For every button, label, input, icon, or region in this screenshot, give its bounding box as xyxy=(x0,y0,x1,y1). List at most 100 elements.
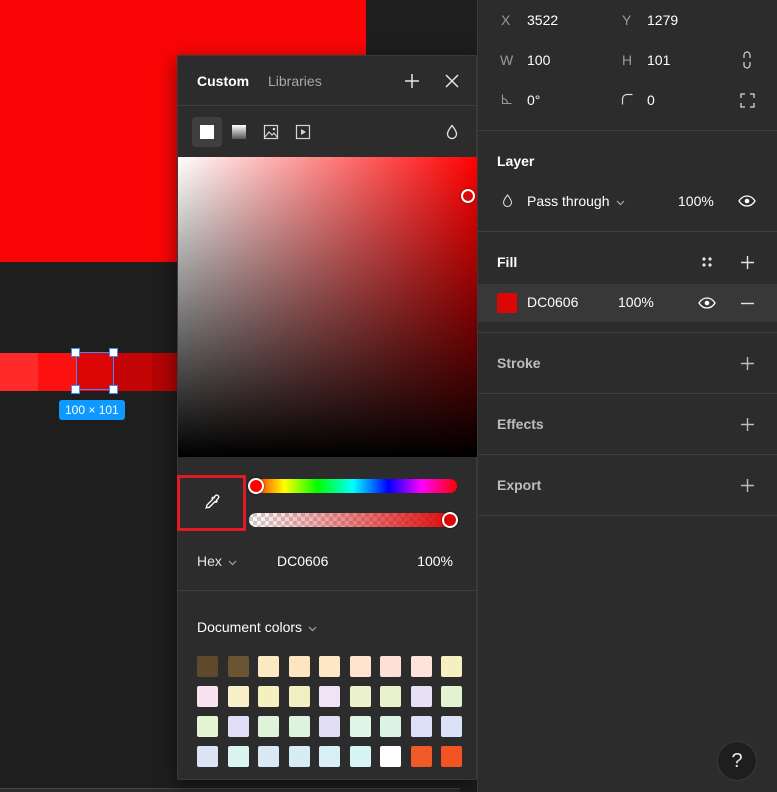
document-color-swatch[interactable] xyxy=(319,716,340,737)
solid-fill-icon[interactable] xyxy=(192,117,222,147)
opacity-slider[interactable] xyxy=(249,513,457,527)
corner-radius-input[interactable]: 0 xyxy=(647,92,655,108)
hex-input[interactable]: DC0606 xyxy=(277,553,328,569)
x-label: X xyxy=(501,12,511,28)
document-color-swatch[interactable] xyxy=(319,746,340,767)
constrain-proportions-icon[interactable] xyxy=(738,50,756,70)
resize-handle-bottom-left[interactable] xyxy=(71,385,80,394)
document-color-swatch[interactable] xyxy=(380,716,401,737)
document-color-swatch[interactable] xyxy=(349,656,371,677)
document-color-swatch[interactable] xyxy=(258,686,279,707)
document-color-swatch[interactable] xyxy=(227,686,249,707)
saturation-area[interactable] xyxy=(178,157,478,457)
close-icon[interactable] xyxy=(439,68,465,94)
hex-row: Hex DC0606 100% xyxy=(178,541,478,591)
document-color-swatch[interactable] xyxy=(258,716,279,737)
add-fill-plus-icon[interactable] xyxy=(738,253,756,271)
blend-mode-dropdown[interactable]: Pass through xyxy=(527,193,625,209)
hue-knob[interactable] xyxy=(248,478,264,494)
document-color-swatch[interactable] xyxy=(227,746,249,767)
section-divider xyxy=(478,231,777,232)
add-stroke-plus-icon[interactable] xyxy=(738,354,756,372)
document-color-swatch[interactable] xyxy=(197,746,218,767)
styles-grid-icon[interactable] xyxy=(698,253,716,271)
drop-icon[interactable] xyxy=(437,117,467,147)
picker-header: Custom Libraries xyxy=(178,56,478,106)
remove-fill-minus-icon[interactable] xyxy=(738,294,756,312)
eyedropper-button[interactable] xyxy=(177,475,246,531)
image-fill-icon[interactable] xyxy=(256,117,286,147)
fill-color-chip[interactable] xyxy=(497,293,517,313)
x-input[interactable]: 3522 xyxy=(527,12,558,28)
document-color-swatch[interactable] xyxy=(441,656,462,677)
document-color-swatch[interactable] xyxy=(227,656,249,677)
document-color-swatch[interactable] xyxy=(197,656,218,677)
fill-hex-input[interactable]: DC0606 xyxy=(527,294,578,310)
document-color-swatch[interactable] xyxy=(227,716,249,737)
document-color-swatch[interactable] xyxy=(349,746,371,767)
opacity-input[interactable]: 100% xyxy=(417,553,453,569)
add-effect-plus-icon[interactable] xyxy=(738,415,756,433)
y-input[interactable]: 1279 xyxy=(647,12,678,28)
document-color-swatch[interactable] xyxy=(197,716,218,737)
resize-handle-bottom-right[interactable] xyxy=(109,385,118,394)
document-color-swatch[interactable] xyxy=(319,686,340,707)
eye-icon[interactable] xyxy=(737,193,757,209)
fill-row[interactable]: DC0606 100% xyxy=(478,284,777,322)
document-colors-label: Document colors xyxy=(197,619,303,635)
document-color-swatch[interactable] xyxy=(410,746,432,767)
tab-custom[interactable]: Custom xyxy=(197,73,249,89)
document-color-swatch[interactable] xyxy=(441,716,462,737)
document-color-swatch[interactable] xyxy=(349,716,371,737)
section-divider xyxy=(478,332,777,333)
document-color-swatch[interactable] xyxy=(410,656,432,677)
document-color-swatch[interactable] xyxy=(410,716,432,737)
document-color-swatch[interactable] xyxy=(288,656,310,677)
document-color-swatch[interactable] xyxy=(288,746,310,767)
format-label: Hex xyxy=(197,553,222,569)
blend-drop-icon xyxy=(500,193,514,209)
chevron-down-icon xyxy=(616,193,625,209)
eyedropper-icon xyxy=(203,493,221,514)
y-label: Y xyxy=(622,12,632,28)
strip-swatch[interactable] xyxy=(0,353,38,391)
add-export-plus-icon[interactable] xyxy=(738,476,756,494)
help-button[interactable]: ? xyxy=(717,741,757,781)
resize-handle-top-right[interactable] xyxy=(109,348,118,357)
tab-libraries[interactable]: Libraries xyxy=(268,73,322,89)
strip-swatch[interactable] xyxy=(114,353,152,391)
opacity-knob[interactable] xyxy=(442,512,458,528)
document-colors-dropdown[interactable]: Document colors xyxy=(197,619,317,635)
fill-type-row xyxy=(178,107,478,157)
document-color-swatch[interactable] xyxy=(441,686,462,707)
saturation-knob[interactable] xyxy=(461,189,475,203)
resize-handle-top-left[interactable] xyxy=(71,348,80,357)
color-format-dropdown[interactable]: Hex xyxy=(197,553,237,569)
document-color-swatch[interactable] xyxy=(319,656,340,677)
h-input[interactable]: 101 xyxy=(647,52,670,68)
document-color-swatch[interactable] xyxy=(258,746,279,767)
rotation-input[interactable]: 0° xyxy=(527,92,540,108)
w-input[interactable]: 100 xyxy=(527,52,550,68)
document-color-swatch[interactable] xyxy=(380,656,401,677)
document-color-swatch[interactable] xyxy=(380,746,401,767)
layer-opacity-input[interactable]: 100% xyxy=(678,193,714,209)
fill-opacity-input[interactable]: 100% xyxy=(618,294,654,310)
independent-corners-icon[interactable] xyxy=(738,91,756,109)
fill-section-title: Fill xyxy=(497,254,518,270)
document-color-swatch[interactable] xyxy=(258,656,279,677)
document-color-swatch[interactable] xyxy=(349,686,371,707)
video-fill-icon[interactable] xyxy=(288,117,318,147)
gradient-fill-icon[interactable] xyxy=(224,117,254,147)
hue-slider[interactable] xyxy=(249,479,457,493)
eye-icon[interactable] xyxy=(697,295,717,311)
document-color-swatch[interactable] xyxy=(288,716,310,737)
document-color-swatch[interactable] xyxy=(197,686,218,707)
document-color-swatch[interactable] xyxy=(410,686,432,707)
document-color-swatch[interactable] xyxy=(380,686,401,707)
h-label: H xyxy=(622,52,633,68)
document-color-swatch[interactable] xyxy=(288,686,310,707)
document-color-swatch[interactable] xyxy=(441,746,462,767)
layer-section-title: Layer xyxy=(497,153,535,169)
plus-icon[interactable] xyxy=(399,68,425,94)
